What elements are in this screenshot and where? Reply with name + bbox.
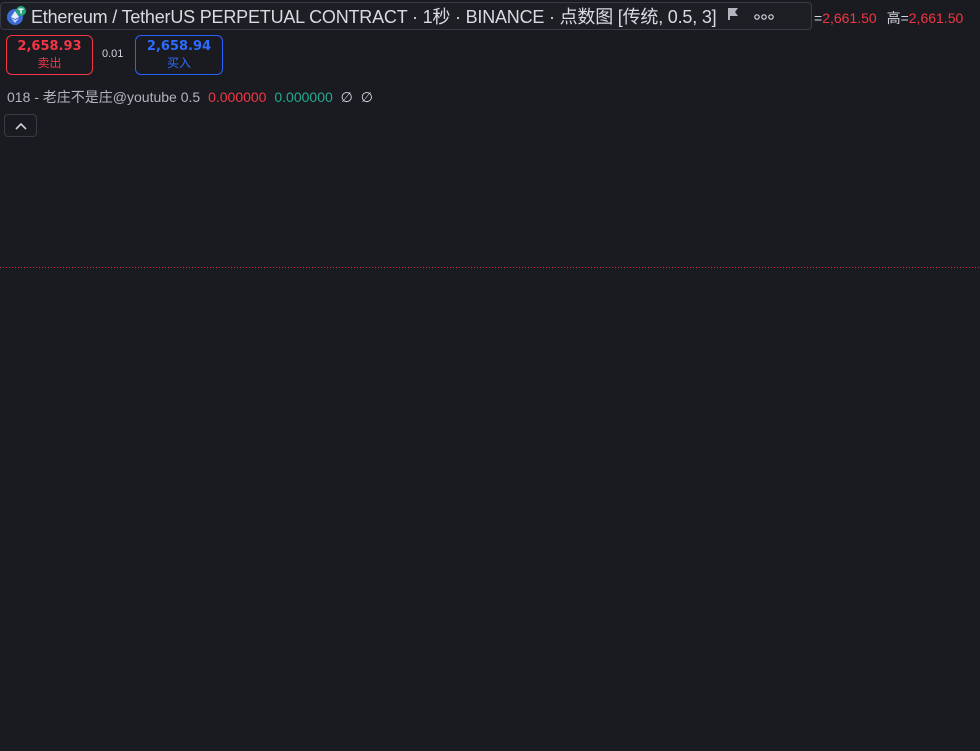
indicator-legend[interactable]: 018 - 老庄不是庄@youtube 0.5 0.000000 0.00000…	[7, 87, 373, 107]
pnf-chart: 66674455575694843473105	[0, 267, 980, 268]
buy-button[interactable]: 2,658.94 买入	[135, 35, 223, 75]
indicator-value-2: 0.000000	[274, 89, 333, 105]
chart-title[interactable]: Ethereum / TetherUS PERPETUAL CONTRACT ·…	[31, 3, 717, 29]
spread-value: 0.01	[102, 48, 124, 60]
high-value: 2,661.50	[908, 10, 964, 26]
sell-label: 卖出	[37, 56, 62, 70]
sell-button[interactable]: 2,658.93 卖出	[6, 35, 93, 75]
sell-price: 2,658.93	[17, 39, 82, 54]
collapse-legend-button[interactable]	[4, 114, 37, 137]
indicator-value-1: 0.000000	[208, 89, 267, 105]
buy-price: 2,658.94	[146, 39, 212, 54]
chevron-up-icon	[14, 117, 27, 135]
close-value: 2,661.50	[822, 10, 877, 26]
indicator-value-3: ∅	[340, 89, 353, 105]
flag-icon[interactable]	[726, 7, 740, 26]
close-label: =	[814, 10, 823, 26]
indicator-value-4: ∅	[360, 89, 373, 105]
buy-label: 买入	[166, 56, 191, 70]
indicator-name[interactable]: 018 - 老庄不是庄@youtube 0.5	[7, 89, 200, 105]
high-label: 高=	[886, 10, 909, 26]
ethereum-icon	[5, 5, 27, 27]
ohlc-readout: =2,661.50 高=2,661.50	[814, 8, 963, 28]
more-dots-icon[interactable]	[754, 8, 775, 24]
symbol-title-bar[interactable]: Ethereum / TetherUS PERPETUAL CONTRACT ·…	[0, 2, 812, 30]
